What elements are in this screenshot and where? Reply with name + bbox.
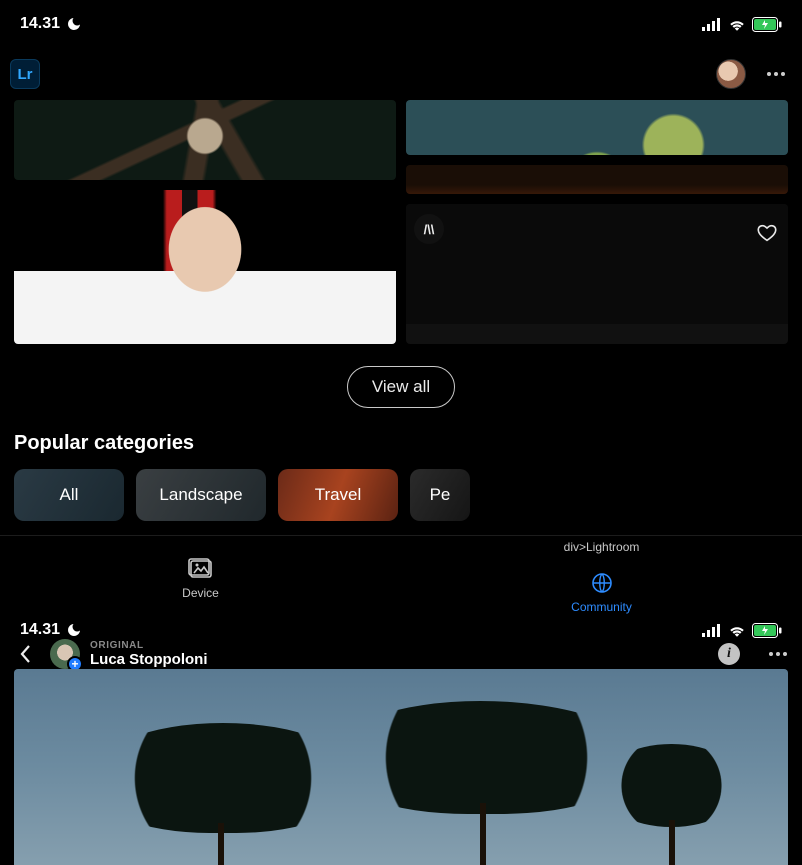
more-options-button[interactable]: [764, 62, 788, 86]
edit-detail-screen: 14.31 + ORIGINAL: [0, 621, 802, 865]
section-title-popular: Popular categories: [0, 432, 802, 469]
author-avatar[interactable]: +: [50, 639, 80, 669]
nav-tab-community[interactable]: Community: [571, 564, 632, 621]
wifi-icon: [728, 17, 746, 31]
hero-image[interactable]: 448: [14, 669, 788, 865]
feed-card[interactable]: [14, 100, 396, 180]
author-avatar[interactable]: /\\: [414, 214, 444, 244]
lightroom-cloud-icon: div> Lightroom: [589, 536, 615, 558]
nav-label: Device: [182, 586, 219, 600]
like-button[interactable]: [756, 222, 778, 244]
category-chip-partial[interactable]: Pe: [410, 469, 470, 521]
battery-charging-icon: [752, 623, 782, 638]
feed-image-aerial[interactable]: [406, 100, 788, 155]
view-all-button[interactable]: View all: [347, 366, 455, 408]
nav-tab-lightroom[interactable]: div> Lightroom Community: [401, 536, 802, 621]
community-screen: 14.31 Lr: [0, 0, 802, 865]
battery-charging-icon: [752, 17, 782, 32]
back-button[interactable]: [12, 641, 38, 667]
feed-image-portrait[interactable]: [14, 190, 396, 344]
status-bar: 14.31: [0, 0, 802, 48]
category-chip-all[interactable]: All: [14, 469, 124, 521]
app-header: Lr: [0, 48, 802, 100]
do-not-disturb-icon: [66, 16, 82, 32]
nav-tab-device[interactable]: Device: [0, 536, 401, 621]
nav-label: Lightroom: [586, 540, 639, 554]
feed-card[interactable]: 4: [14, 190, 396, 344]
feed-card[interactable]: [406, 165, 788, 194]
profile-avatar[interactable]: [716, 59, 746, 89]
info-button[interactable]: i: [718, 643, 740, 665]
more-options-button[interactable]: [766, 642, 790, 666]
cellular-signal-icon: [702, 623, 722, 637]
feed-image-bird[interactable]: [14, 100, 396, 180]
lightroom-logo-icon[interactable]: Lr: [10, 59, 40, 89]
feed-image-sunset[interactable]: [406, 165, 788, 194]
detail-header: + ORIGINAL Luca Stoppoloni i: [0, 639, 802, 669]
cellular-signal-icon: [702, 17, 722, 31]
status-time: 14.31: [20, 621, 60, 639]
status-time: 14.31: [20, 15, 60, 33]
status-bar: 14.31: [0, 621, 802, 639]
feed-card[interactable]: /\\: [406, 204, 788, 344]
original-label: ORIGINAL: [90, 640, 208, 652]
wifi-icon: [728, 623, 746, 637]
author-name[interactable]: Luca Stoppoloni: [90, 651, 208, 668]
category-chip-landscape[interactable]: Landscape: [136, 469, 266, 521]
nav-label: Community: [571, 600, 632, 614]
feed-image-dark[interactable]: [406, 204, 788, 324]
community-feed[interactable]: 4: [0, 100, 802, 344]
device-icon: [188, 558, 214, 580]
globe-icon: [589, 572, 615, 594]
category-chip-travel[interactable]: Travel: [278, 469, 398, 521]
category-row[interactable]: All Landscape Travel Pe: [0, 469, 802, 521]
bottom-nav: Device div> Lightroom Community: [0, 535, 802, 621]
do-not-disturb-icon: [66, 622, 82, 638]
feed-card[interactable]: [406, 100, 788, 155]
